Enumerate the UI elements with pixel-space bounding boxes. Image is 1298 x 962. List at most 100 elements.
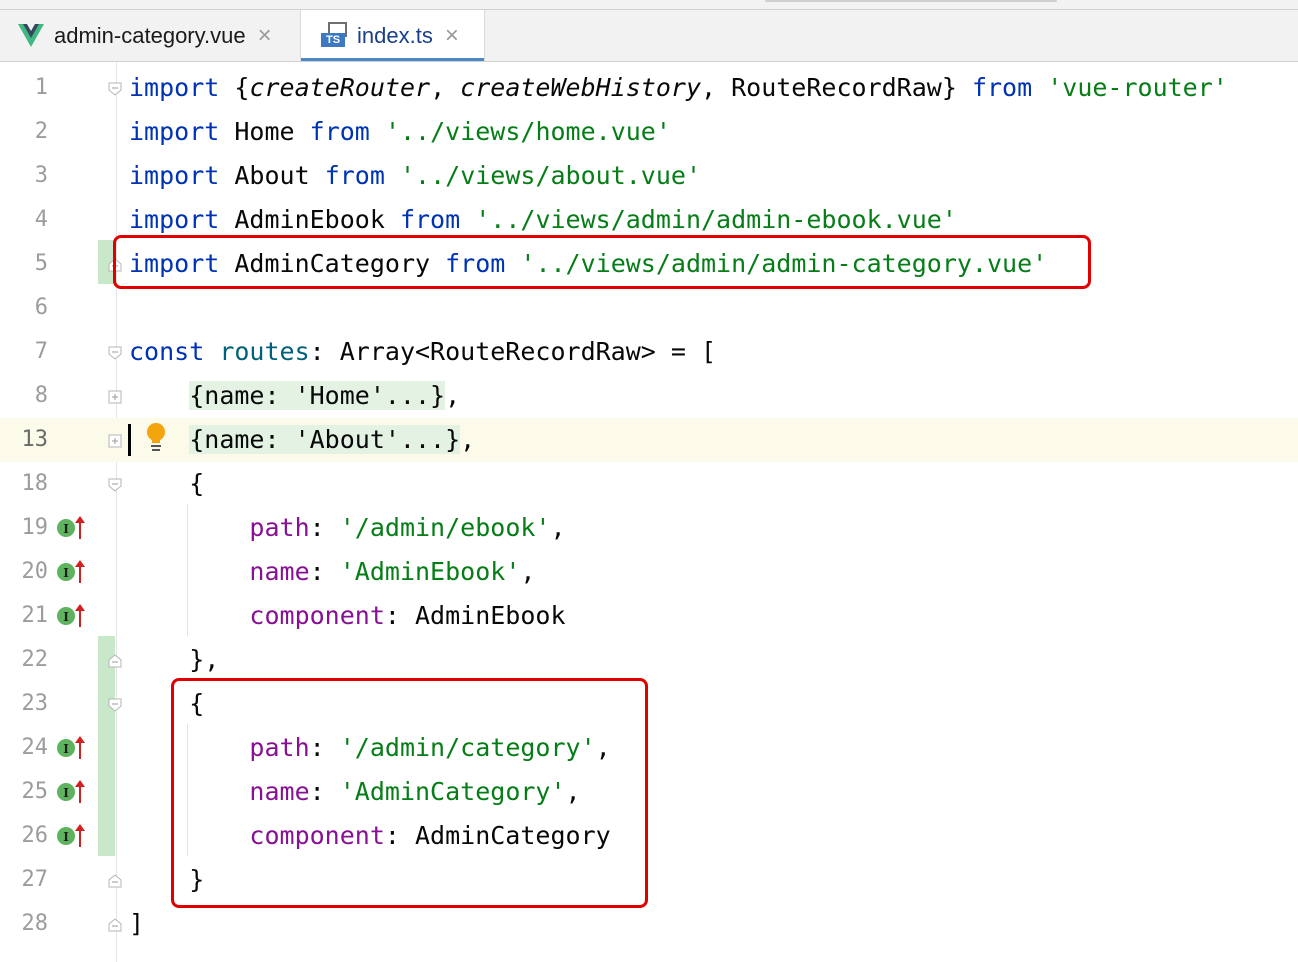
line-number: 27 [21,867,49,892]
fold-expand-icon[interactable] [108,390,122,404]
string-literal: '/admin/ebook' [339,513,551,542]
code-token: : [384,601,415,630]
implements-marker-icon[interactable]: I [56,559,86,585]
code-token: , [430,73,461,102]
code-text: path: '/admin/ebook', [129,506,566,550]
implements-marker-icon[interactable]: I [56,735,86,761]
code-token: , RouteRecordRaw} [701,73,957,102]
code-line[interactable]: 8 {name: 'Home'...}, [0,374,1298,418]
code-text: {name: 'Home'...}, [129,374,460,418]
svg-text:I: I [63,742,69,756]
code-token: createRouter [249,73,431,102]
string-literal: '../views/about.vue' [399,161,702,190]
code-line[interactable]: 6 [0,286,1298,330]
line-number: 1 [34,75,48,100]
line-number: 5 [34,251,48,276]
line-number: 2 [34,119,48,144]
tab-admin-category-vue[interactable]: admin-category.vue × [0,10,300,61]
keyword-from: from [324,161,385,190]
implements-marker-icon[interactable]: I [56,779,86,805]
tab-label: index.ts [357,22,433,48]
code-text: {name: 'About'...}, [129,418,475,462]
fold-end-icon[interactable] [108,918,122,932]
code-token: , [550,513,566,542]
line-number: 6 [34,295,48,320]
line-number: 7 [34,339,48,364]
tab-bar-scroll-indicator [765,0,1057,2]
code-token: Home [234,117,295,146]
line-number: 23 [21,691,49,716]
variable-name: routes [219,337,310,366]
fold-start-icon[interactable] [108,82,122,96]
line-number: 20 [21,559,49,584]
folded-region[interactable]: {name: 'About'...} [189,425,461,454]
code-text: import {createRouter, createWebHistory, … [129,66,1228,110]
svg-text:I: I [63,830,69,844]
folded-region[interactable]: {name: 'Home'...} [189,381,446,410]
code-editor[interactable]: 1 import {createRouter, createWebHistory… [0,62,1298,962]
code-line[interactable]: 2 import Home from '../views/home.vue' [0,110,1298,154]
code-token: : [309,513,340,542]
string-literal: '../views/home.vue' [384,117,671,146]
code-line[interactable]: 28 ] [0,902,1298,946]
code-line[interactable]: 19 I path: '/admin/ebook', [0,506,1298,550]
code-line[interactable]: 3 import About from '../views/about.vue' [0,154,1298,198]
code-line[interactable]: 20 I name: 'AdminEbook', [0,550,1298,594]
code-token: : [309,557,340,586]
code-token: createWebHistory [460,73,701,102]
code-line[interactable]: 22 }, [0,638,1298,682]
implements-marker-icon[interactable]: I [56,603,86,629]
keyword-import: import [129,73,220,102]
svg-text:I: I [63,610,69,624]
line-number: 26 [21,823,49,848]
svg-text:I: I [63,566,69,580]
code-text: }, [129,638,219,682]
line-number: 8 [34,383,48,408]
keyword-from: from [399,205,461,234]
code-token: { [189,469,205,498]
string-literal: '../views/admin/admin-ebook.vue' [475,205,957,234]
keyword-import: import [129,161,220,190]
code-text: import About from '../views/about.vue' [129,154,701,198]
code-token: AdminEbook [234,205,385,234]
code-token: About [234,161,310,190]
code-token: }, [189,645,220,674]
property-key: path [249,513,310,542]
vue-icon [18,23,44,47]
code-line[interactable]: 1 import {createRouter, createWebHistory… [0,66,1298,110]
typescript-file-icon: TS [321,21,347,50]
fold-end-icon[interactable] [108,654,122,668]
code-token: , [460,425,476,454]
tab-index-ts[interactable]: TS index.ts × [300,10,485,62]
code-text: component: AdminEbook [129,594,565,638]
code-line[interactable]: 7 const routes: Array<RouteRecordRaw> = … [0,330,1298,374]
code-text: ] [129,902,144,946]
keyword-import: import [129,205,220,234]
code-text: name: 'AdminEbook', [129,550,535,594]
fold-expand-icon[interactable] [108,434,122,448]
property-key: name [249,557,310,586]
keyword-from: from [971,73,1033,102]
implements-marker-icon[interactable]: I [56,515,86,541]
code-line[interactable]: 21 I component: AdminEbook [0,594,1298,638]
code-line-current[interactable]: 13 {name: 'About'...}, [0,418,1298,462]
highlight-box-route [171,678,648,908]
fold-end-icon[interactable] [108,874,122,888]
line-number: 25 [21,779,49,804]
fold-start-icon[interactable] [108,478,122,492]
fold-start-icon[interactable] [108,346,122,360]
code-line[interactable]: 18 { [0,462,1298,506]
line-number: 3 [34,163,48,188]
implements-marker-icon[interactable]: I [56,823,86,849]
fold-start-icon[interactable] [108,698,122,712]
close-icon[interactable]: × [445,23,459,47]
code-text: import Home from '../views/home.vue' [129,110,671,154]
editor-tab-bar: admin-category.vue × TS index.ts × [0,0,1298,62]
line-number: 22 [21,647,49,672]
close-icon[interactable]: × [258,23,272,47]
string-literal: 'AdminEbook' [339,557,521,586]
code-text: const routes: Array<RouteRecordRaw> = [ [129,330,716,374]
line-number: 4 [34,207,48,232]
code-token: : Array<RouteRecordRaw> = [ [309,337,717,366]
code-token: { [234,73,250,102]
